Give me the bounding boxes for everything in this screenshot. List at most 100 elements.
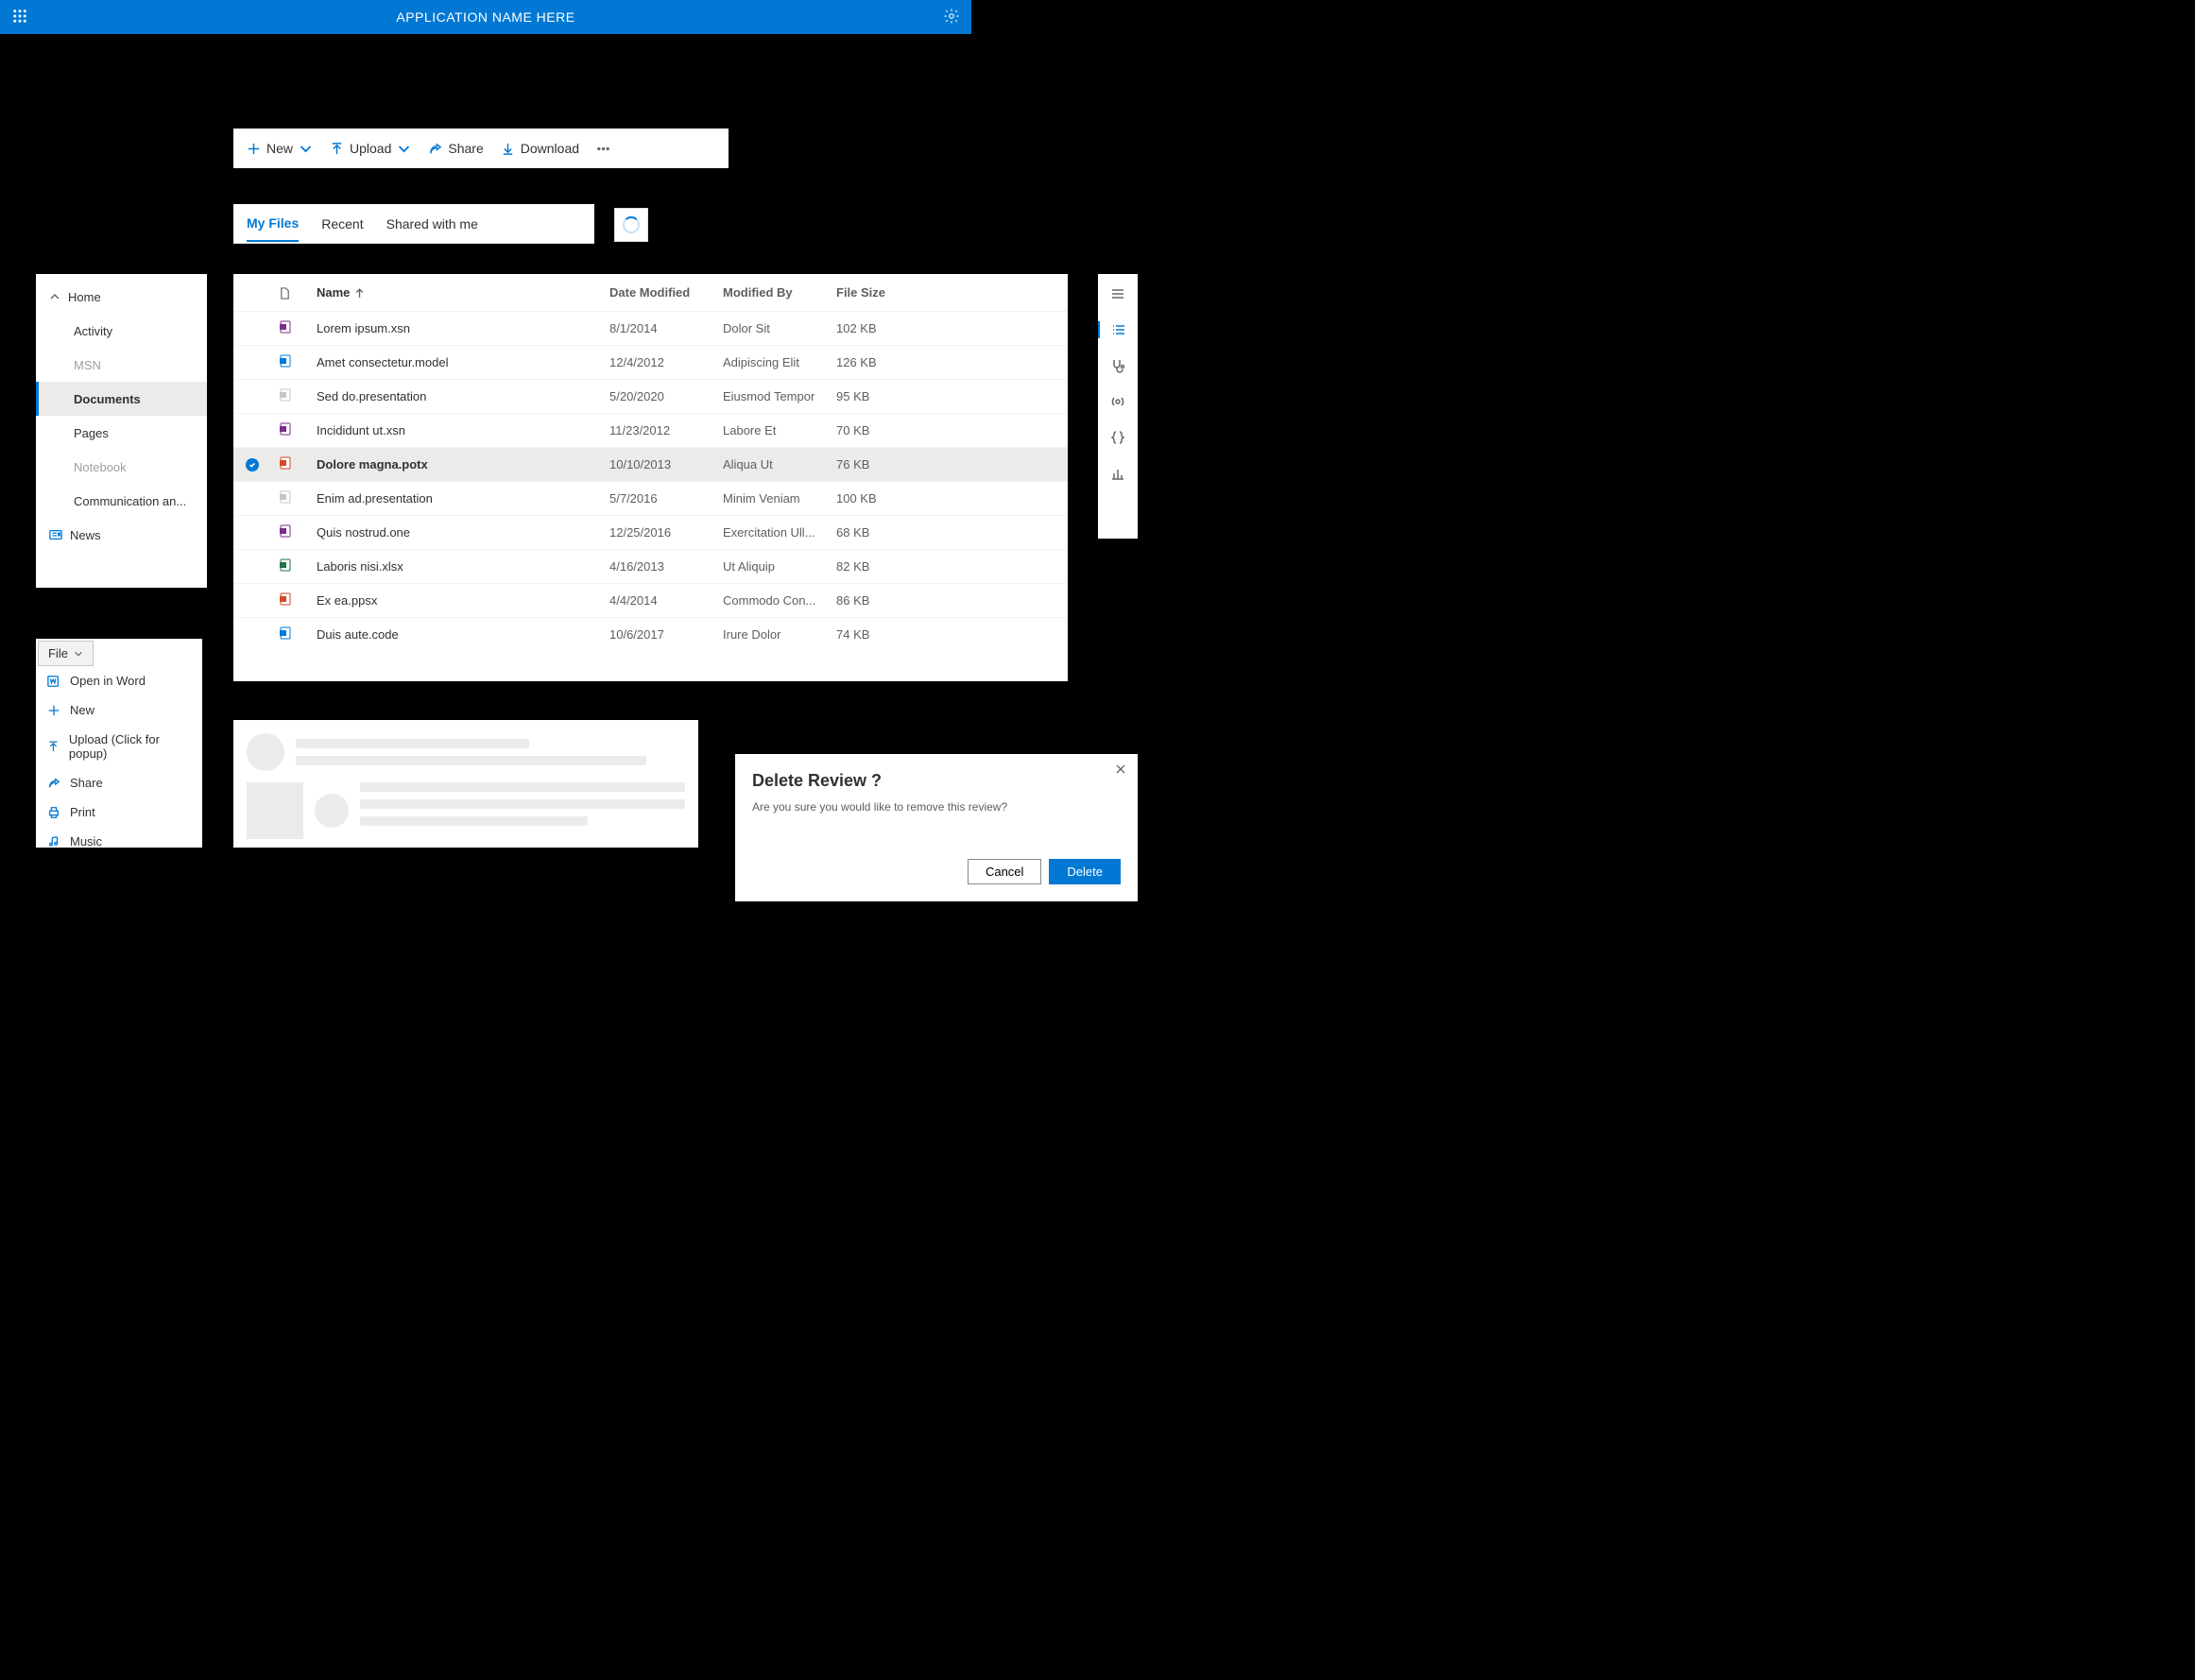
nav-home[interactable]: Home	[36, 280, 207, 314]
delete-button[interactable]: Delete	[1049, 859, 1121, 884]
presentation-icon	[279, 388, 292, 402]
new-button[interactable]: New	[239, 129, 320, 168]
file-name: Ex ea.ppsx	[309, 584, 602, 618]
tab-my-files[interactable]: My Files	[247, 206, 299, 242]
col-by[interactable]: Modified By	[715, 274, 829, 312]
file-name: Lorem ipsum.xsn	[309, 312, 602, 346]
menu-item-music[interactable]: Music	[36, 827, 202, 856]
rail-broadcast-icon[interactable]	[1109, 393, 1126, 410]
file-size: 70 KB	[829, 414, 1068, 448]
col-modified[interactable]: Date Modified	[602, 274, 715, 312]
sidebar-item-msn[interactable]: MSN	[36, 348, 207, 382]
music-icon	[47, 835, 60, 849]
overflow-button[interactable]	[589, 129, 618, 168]
table-header-row: Name Date Modified Modified By File Size	[233, 274, 1068, 312]
file-name: Enim ad.presentation	[309, 482, 602, 516]
sidebar-item-activity[interactable]: Activity	[36, 314, 207, 348]
settings-icon[interactable]	[943, 8, 960, 27]
rail-chart-icon[interactable]	[1109, 465, 1126, 482]
pivot-tabs: My Files Recent Shared with me	[233, 204, 594, 244]
file-menu-header[interactable]: File	[38, 641, 94, 666]
close-icon[interactable]	[1115, 763, 1126, 778]
file-size: 86 KB	[829, 584, 1068, 618]
col-size[interactable]: File Size	[829, 274, 1068, 312]
file-name: Amet consectetur.model	[309, 346, 602, 380]
file-modified: 12/4/2012	[602, 346, 715, 380]
sidebar-item-pages[interactable]: Pages	[36, 416, 207, 450]
menu-item-label: Share	[70, 776, 103, 790]
chevron-down-icon	[74, 649, 83, 659]
tab-recent[interactable]: Recent	[321, 207, 363, 241]
file-modified: 5/7/2016	[602, 482, 715, 516]
table-row[interactable]: Laboris nisi.xlsx4/16/2013Ut Aliquip82 K…	[233, 550, 1068, 584]
chevron-down-icon	[397, 142, 411, 156]
menu-item-label: Print	[70, 805, 95, 819]
table-row[interactable]: Duis aute.code10/6/2017Irure Dolor74 KB	[233, 618, 1068, 652]
rail-braces-icon[interactable]	[1109, 429, 1126, 446]
excel-icon	[279, 558, 292, 572]
nav-news[interactable]: News	[36, 518, 207, 552]
table-row[interactable]: Incididunt ut.xsn11/23/2012Labore Et70 K…	[233, 414, 1068, 448]
sidebar-nav: Home ActivityMSNDocumentsPagesNotebookCo…	[36, 274, 207, 588]
chevron-down-icon	[299, 142, 313, 156]
share-button[interactable]: Share	[420, 129, 490, 168]
file-by: Ut Aliquip	[715, 550, 829, 584]
chevron-up-icon	[49, 291, 60, 302]
file-menu-label: File	[48, 646, 68, 660]
file-modified: 12/25/2016	[602, 516, 715, 550]
file-modified: 4/16/2013	[602, 550, 715, 584]
file-name: Incididunt ut.xsn	[309, 414, 602, 448]
menu-item-share[interactable]: Share	[36, 768, 202, 797]
table-row[interactable]: Lorem ipsum.xsn8/1/2014Dolor Sit102 KB	[233, 312, 1068, 346]
word-icon	[47, 675, 60, 688]
command-bar: New Upload Share Download	[233, 129, 729, 168]
presentation-icon	[279, 490, 292, 504]
upload-icon	[47, 740, 60, 753]
file-table: Name Date Modified Modified By File Size…	[233, 274, 1068, 681]
print-icon	[47, 806, 60, 819]
table-row[interactable]: Dolore magna.potx10/10/2013Aliqua Ut76 K…	[233, 448, 1068, 482]
menu-item-label: Upload (Click for popup)	[69, 732, 191, 761]
file-dropdown-menu: File Open in Word New Upload (Click for po…	[36, 639, 202, 848]
waffle-icon[interactable]	[11, 8, 28, 27]
code-icon	[279, 626, 292, 640]
tab-shared[interactable]: Shared with me	[386, 207, 478, 241]
table-row[interactable]: Enim ad.presentation5/7/2016Minim Veniam…	[233, 482, 1068, 516]
download-button[interactable]: Download	[493, 129, 587, 168]
shimmer-placeholder	[233, 720, 698, 848]
upload-label: Upload	[350, 141, 391, 156]
onenote-icon	[279, 524, 292, 538]
menu-item-label: New	[70, 703, 94, 717]
table-row[interactable]: Sed do.presentation5/20/2020Eiusmod Temp…	[233, 380, 1068, 414]
menu-item-open-in-word[interactable]: Open in Word	[36, 666, 202, 695]
file-by: Dolor Sit	[715, 312, 829, 346]
table-row[interactable]: Quis nostrud.one12/25/2016Exercitation U…	[233, 516, 1068, 550]
upload-button[interactable]: Upload	[322, 129, 419, 168]
file-size: 82 KB	[829, 550, 1068, 584]
sidebar-item-documents[interactable]: Documents	[36, 382, 207, 416]
rail-stethoscope-icon[interactable]	[1109, 357, 1126, 374]
spinner-icon	[623, 216, 640, 233]
rail-hamburger-icon[interactable]	[1109, 285, 1126, 302]
new-label: New	[266, 141, 293, 156]
file-size: 68 KB	[829, 516, 1068, 550]
file-size: 102 KB	[829, 312, 1068, 346]
table-row[interactable]: Amet consectetur.model12/4/2012Adipiscin…	[233, 346, 1068, 380]
sidebar-item-notebook[interactable]: Notebook	[36, 450, 207, 484]
sidebar-item-communication-an-[interactable]: Communication an...	[36, 484, 207, 518]
dialog-body: Are you sure you would like to remove th…	[752, 800, 1121, 814]
cancel-button[interactable]: Cancel	[968, 859, 1041, 884]
delete-dialog: Delete Review ? Are you sure you would l…	[735, 754, 1138, 901]
col-name[interactable]: Name	[309, 274, 602, 312]
rail-list-icon[interactable]	[1098, 321, 1138, 338]
menu-item-upload-click-for-popup-[interactable]: Upload (Click for popup)	[36, 725, 202, 768]
file-by: Labore Et	[715, 414, 829, 448]
menu-item-print[interactable]: Print	[36, 797, 202, 827]
table-row[interactable]: Ex ea.ppsx4/4/2014Commodo Con...86 KB	[233, 584, 1068, 618]
news-icon	[49, 528, 62, 541]
menu-item-new[interactable]: New	[36, 695, 202, 725]
file-icon	[279, 287, 291, 300]
file-size: 76 KB	[829, 448, 1068, 482]
plus-icon	[47, 704, 60, 717]
powerpoint-icon	[279, 456, 292, 470]
